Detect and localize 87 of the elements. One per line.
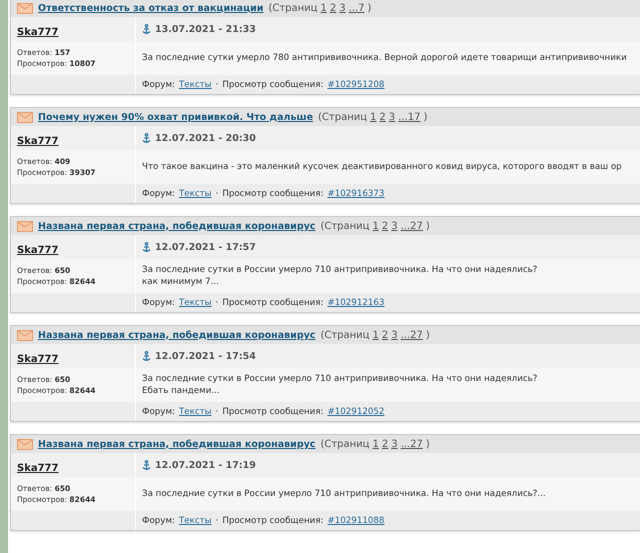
anchor-icon[interactable] [142, 132, 151, 144]
author-link[interactable]: Ska777 [17, 26, 58, 38]
page-link[interactable]: 2 [379, 112, 386, 122]
separator-dot: · [216, 406, 218, 416]
page-link[interactable]: 3 [388, 112, 396, 122]
pages-close: ) [426, 438, 430, 450]
author-link[interactable]: Ska777 [17, 462, 58, 474]
page-link[interactable]: 3 [391, 220, 398, 232]
post-date: 12.07.2021 - 20:30 [155, 132, 256, 144]
view-post-label: Просмотр сообщения: [222, 516, 324, 526]
topic-link[interactable]: Почему нужен 90% охват прививкой. Что дальше [38, 112, 314, 122]
author-link[interactable]: Ska777 [17, 136, 58, 146]
envelope-icon [17, 438, 33, 450]
pages-label: (Страниц [320, 330, 370, 340]
anchor-icon[interactable] [142, 242, 151, 252]
view-post-label: Просмотр сообщения: [222, 406, 324, 416]
post-date: 12.07.2021 - 17:19 [155, 460, 256, 470]
topic-link[interactable]: Названа первая страна, победившая коронавирус [38, 220, 316, 232]
post-excerpt: Ебать пандеми... [142, 386, 220, 396]
page-link[interactable]: 2 [382, 330, 388, 340]
view-post-label: Просмотр сообщения: [222, 298, 324, 308]
forum-label: Форум: [142, 406, 175, 416]
envelope-icon [17, 220, 33, 232]
view-post-label: Просмотр сообщения: [222, 188, 324, 198]
forum-label: Форум: [142, 80, 175, 90]
pages-close: ) [368, 2, 372, 14]
post-date: 12.07.2021 - 17:57 [155, 242, 256, 252]
pages-label: (Страниц [320, 220, 370, 232]
page-link[interactable]: ...27 [400, 330, 423, 340]
forum-link[interactable]: Тексты [178, 406, 212, 416]
topic-link[interactable]: Ответственность за отказ от вакцинации [38, 2, 264, 14]
page-link[interactable]: ...17 [398, 112, 420, 122]
separator-dot: · [216, 80, 218, 90]
post-excerpt: За последние сутки в России умерло 710 антрипрививочника. На что они надеялись? [142, 374, 538, 384]
post-link[interactable]: #102912163 [327, 298, 384, 308]
page-link[interactable]: 1 [372, 330, 379, 340]
page-link[interactable]: 2 [382, 438, 388, 450]
forum-link[interactable]: Тексты [178, 516, 212, 526]
separator-dot: · [216, 298, 218, 308]
page-link[interactable]: ...27 [400, 438, 423, 450]
page-link[interactable]: 1 [372, 220, 379, 232]
post-date: 12.07.2021 - 17:54 [155, 350, 256, 362]
post-excerpt: За последние сутки в России умерло 710 антрипрививочника. На что они надеялись?... [142, 489, 546, 499]
forum-label: Форум: [142, 298, 175, 308]
separator-dot: · [216, 188, 218, 198]
post-excerpt: как минимум 7... [142, 277, 219, 287]
envelope-icon [17, 330, 33, 340]
page-link[interactable]: 2 [330, 2, 336, 14]
view-post-label: Просмотр сообщения: [222, 80, 324, 90]
author-link[interactable]: Ska777 [17, 354, 58, 364]
page-link[interactable]: 1 [370, 112, 376, 122]
post-excerpt: За последние сутки в России умерло 710 антрипрививочника. На что они надеялись? [142, 265, 538, 275]
topic-link[interactable]: Названа первая страна, победившая коронавирус [38, 438, 316, 450]
page-link[interactable]: 1 [372, 438, 379, 450]
page-link[interactable]: 3 [339, 2, 346, 14]
anchor-icon[interactable] [142, 24, 151, 34]
page-link[interactable]: 3 [391, 438, 398, 450]
page-link[interactable]: 1 [320, 2, 327, 14]
page-link[interactable]: ...7 [348, 2, 364, 14]
forum-link[interactable]: Тексты [178, 298, 212, 308]
pages-label: (Страниц [320, 438, 370, 450]
envelope-icon [17, 112, 33, 122]
pages-label: (Страниц [268, 2, 318, 14]
forum-label: Форум: [142, 516, 175, 526]
envelope-icon [17, 2, 33, 14]
forum-link[interactable]: Тексты [178, 80, 212, 90]
page-link[interactable]: 3 [391, 330, 398, 340]
pages-close: ) [423, 112, 428, 122]
post-excerpt: За последние сутки умерло 780 антипрививочника. Верной дорогой идете товарищи антипрививочники [142, 53, 627, 63]
anchor-icon[interactable] [142, 350, 151, 362]
anchor-icon[interactable] [142, 460, 151, 470]
pages-close: ) [426, 330, 430, 340]
page-link[interactable]: 2 [382, 220, 388, 232]
post-date: 13.07.2021 - 21:33 [155, 24, 256, 34]
post-link[interactable]: #102951208 [327, 80, 384, 90]
topic-link[interactable]: Названа первая страна, победившая коронавирус [38, 330, 316, 340]
forum-label: Форум: [142, 188, 175, 198]
post-link[interactable]: #102916373 [327, 188, 384, 198]
forum-link[interactable]: Тексты [178, 188, 212, 198]
pages-label: (Страниц [318, 112, 368, 122]
author-link[interactable]: Ska777 [17, 244, 58, 256]
page-link[interactable]: ...27 [400, 220, 423, 232]
post-link[interactable]: #102912052 [327, 406, 384, 416]
post-link[interactable]: #102911088 [327, 516, 384, 526]
separator-dot: · [216, 516, 218, 526]
post-excerpt: Что такое вакцина - это маленкий кусочек деактивированного ковид вируса, которого вводят в ваш ор [142, 162, 622, 172]
pages-close: ) [426, 220, 430, 232]
